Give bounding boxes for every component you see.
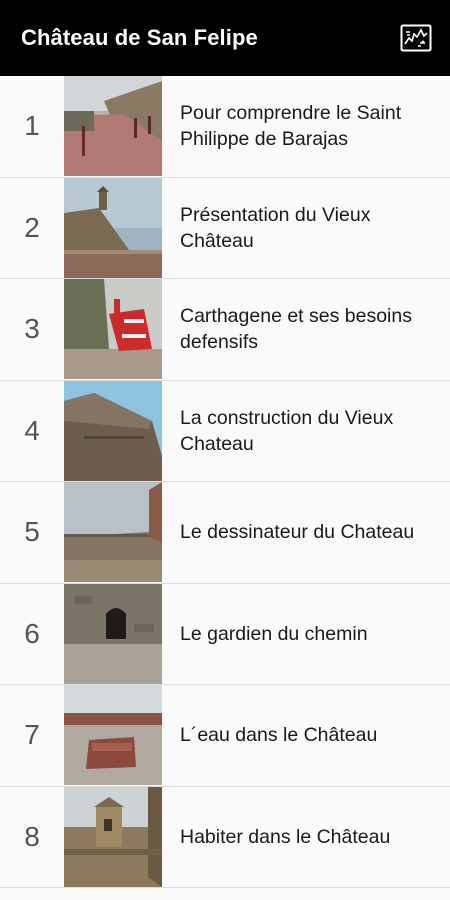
item-thumbnail	[64, 279, 162, 379]
map-button[interactable]	[399, 23, 433, 53]
item-thumbnail	[64, 482, 162, 582]
item-number: 6	[24, 617, 40, 649]
app-bar: Château de San Felipe	[0, 0, 450, 76]
item-thumbnail	[64, 685, 162, 785]
item-thumbnail	[64, 177, 162, 278]
item-number: 8	[24, 820, 40, 852]
item-title: La construction du Vieux Chateau	[180, 406, 394, 455]
item-number: 5	[24, 516, 40, 547]
item-title: L´eau dans le Château	[180, 724, 378, 746]
item-number: 4	[24, 414, 40, 446]
item-number: 7	[24, 719, 40, 750]
list-item[interactable]: 3 Carthagene et ses besoins defensifs	[0, 279, 450, 381]
list-item[interactable]: 4 La construction du Vieux Chateau	[0, 380, 450, 482]
list-item[interactable]: 5 Le dessinateur du Chateau	[0, 482, 450, 584]
item-thumbnail	[64, 786, 162, 887]
page-title: Château de San Felipe	[21, 25, 258, 50]
item-thumbnail	[64, 583, 162, 684]
list-item[interactable]: 8 Habiter dans le Château	[0, 786, 450, 888]
tour-list: 1 Pour comprendre le Saint Philippe de B…	[0, 76, 450, 900]
item-title: Présentation du Vieux Château	[180, 203, 371, 252]
item-title: Le dessinateur du Chateau	[180, 521, 415, 543]
item-title: Pour comprendre le Saint Philippe de Bar…	[180, 102, 402, 150]
item-number: 1	[24, 110, 40, 141]
list-item[interactable]: 1 Pour comprendre le Saint Philippe de B…	[0, 76, 450, 178]
item-thumbnail	[64, 76, 162, 176]
item-number: 2	[24, 211, 40, 243]
map-icon	[400, 24, 432, 52]
item-title: Carthagene et ses besoins defensifs	[180, 305, 412, 353]
list-item[interactable]: 6 Le gardien du chemin	[0, 583, 450, 685]
list-item[interactable]: 2 Présentation du Vieux Château	[0, 177, 450, 279]
item-title: Habiter dans le Château	[180, 825, 391, 848]
item-number: 3	[24, 313, 40, 344]
list-item[interactable]: 7 L´eau dans le Château	[0, 685, 450, 787]
item-title: Le gardien du chemin	[180, 622, 368, 645]
item-thumbnail	[64, 380, 162, 481]
